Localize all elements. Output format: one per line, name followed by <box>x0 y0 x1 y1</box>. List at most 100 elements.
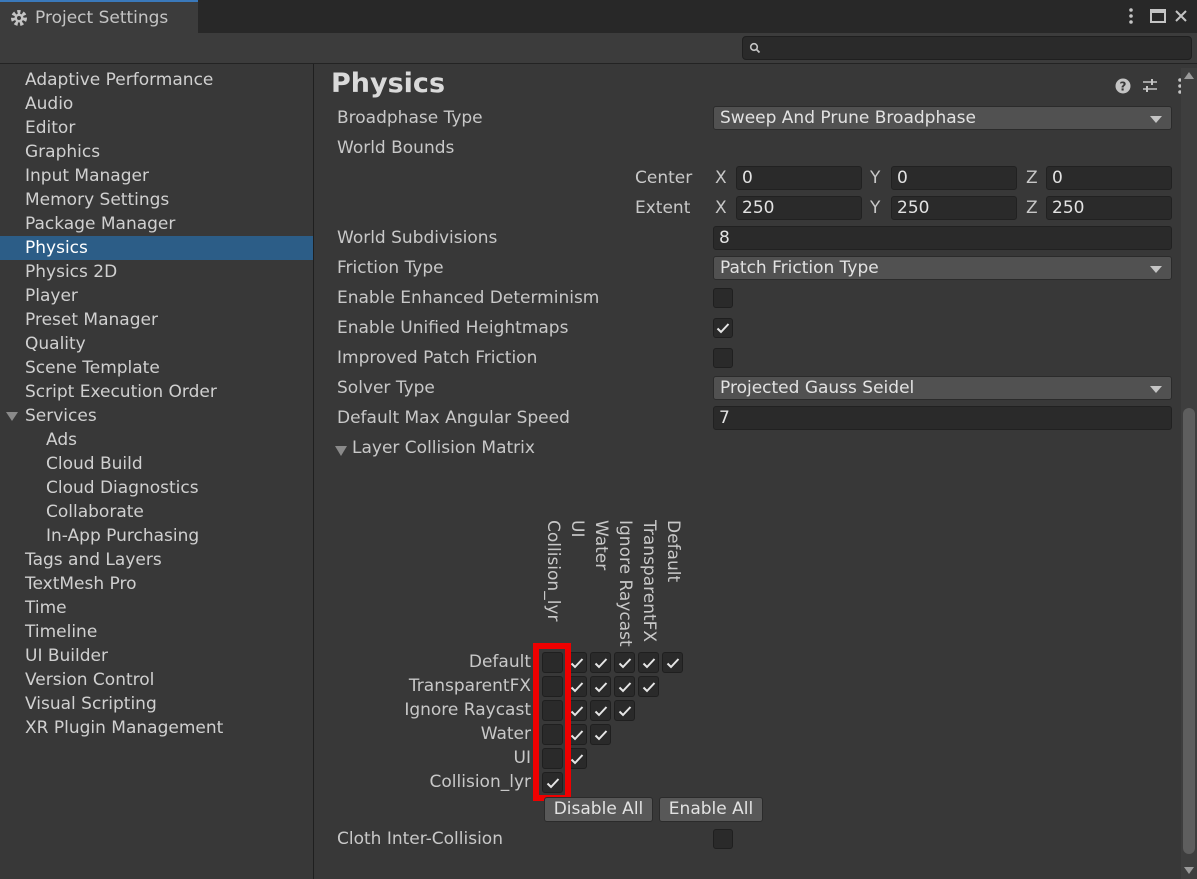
extent-y-label: Y <box>870 198 881 218</box>
sidebar-item-quality[interactable]: Quality <box>0 332 313 356</box>
disable-all-button[interactable]: Disable All <box>544 797 653 822</box>
matrix-row-label: TransparentFX <box>408 676 531 696</box>
project-settings-tab[interactable]: Project Settings <box>0 0 198 33</box>
broadphase-type-dropdown[interactable]: Sweep And Prune Broadphase <box>713 106 1172 130</box>
sidebar-item-textmesh-pro[interactable]: TextMesh Pro <box>0 572 313 596</box>
scroll-up-icon[interactable] <box>1184 72 1194 79</box>
scroll-down-icon[interactable] <box>1184 867 1194 874</box>
sidebar-item-tags-and-layers[interactable]: Tags and Layers <box>0 548 313 572</box>
cloth-inter-collision-checkbox[interactable] <box>713 829 733 849</box>
sidebar-item-scene-template[interactable]: Scene Template <box>0 356 313 380</box>
sidebar-item-label: Audio <box>25 94 74 114</box>
matrix-checkbox[interactable] <box>638 676 659 697</box>
sidebar-item-timeline[interactable]: Timeline <box>0 620 313 644</box>
sidebar-item-audio[interactable]: Audio <box>0 92 313 116</box>
sidebar-item-physics[interactable]: Physics <box>0 236 313 260</box>
sidebar-item-input-manager[interactable]: Input Manager <box>0 164 313 188</box>
sidebar-item-in-app-purchasing[interactable]: In-App Purchasing <box>0 524 313 548</box>
extent-y-field[interactable]: 250 <box>891 196 1017 220</box>
solver-type-value: Projected Gauss Seidel <box>720 378 915 398</box>
matrix-checkbox[interactable] <box>662 652 683 673</box>
scrollbar[interactable] <box>1181 68 1197 879</box>
matrix-checkbox[interactable] <box>590 700 611 721</box>
matrix-column-label: UI <box>567 520 587 538</box>
sidebar-item-version-control[interactable]: Version Control <box>0 668 313 692</box>
broadphase-type-label: Broadphase Type <box>337 108 483 128</box>
checkmark-icon <box>618 681 631 692</box>
matrix-checkbox[interactable] <box>614 652 635 673</box>
sidebar-item-script-execution-order[interactable]: Script Execution Order <box>0 380 313 404</box>
extent-x-field[interactable]: 250 <box>736 196 862 220</box>
solver-type-dropdown[interactable]: Projected Gauss Seidel <box>713 376 1172 400</box>
sidebar-item-xr-plugin-management[interactable]: XR Plugin Management <box>0 716 313 740</box>
sidebar-item-player[interactable]: Player <box>0 284 313 308</box>
sidebar-item-cloud-build[interactable]: Cloud Build <box>0 452 313 476</box>
max-angular-speed-field[interactable]: 7 <box>713 406 1172 430</box>
sidebar-item-preset-manager[interactable]: Preset Manager <box>0 308 313 332</box>
sidebar-item-visual-scripting[interactable]: Visual Scripting <box>0 692 313 716</box>
window-title-bar: Project Settings <box>0 0 1197 33</box>
matrix-row-label: Default <box>468 652 531 672</box>
sidebar-item-label: Collaborate <box>46 502 144 522</box>
world-subdivisions-field[interactable]: 8 <box>713 226 1172 250</box>
highlight-box <box>533 643 571 801</box>
sidebar-item-label: Physics <box>25 238 88 258</box>
checkmark-icon <box>618 657 631 668</box>
foldout-expanded-icon[interactable] <box>6 412 18 421</box>
maximize-icon[interactable] <box>1146 4 1170 28</box>
sidebar-item-label: Cloud Build <box>46 454 143 474</box>
enhanced-determinism-checkbox[interactable] <box>713 288 733 308</box>
sidebar-item-package-manager[interactable]: Package Manager <box>0 212 313 236</box>
page-title: Physics <box>331 68 446 99</box>
broadphase-type-value: Sweep And Prune Broadphase <box>720 108 976 128</box>
toolbar <box>0 33 1197 64</box>
center-y-field[interactable]: 0 <box>891 166 1017 190</box>
matrix-column-label: Ignore Raycast <box>615 520 635 647</box>
sidebar-item-graphics[interactable]: Graphics <box>0 140 313 164</box>
sidebar-item-services[interactable]: Services <box>0 404 313 428</box>
sidebar-item-label: Tags and Layers <box>25 550 162 570</box>
max-angular-speed-label: Default Max Angular Speed <box>337 408 570 428</box>
checkmark-icon <box>570 681 583 692</box>
sidebar-item-ads[interactable]: Ads <box>0 428 313 452</box>
enable-all-button[interactable]: Enable All <box>659 797 763 822</box>
sidebar-item-label: XR Plugin Management <box>25 718 224 738</box>
sidebar-item-collaborate[interactable]: Collaborate <box>0 500 313 524</box>
search-input[interactable] <box>742 36 1192 60</box>
sidebar-item-memory-settings[interactable]: Memory Settings <box>0 188 313 212</box>
sidebar-item-physics-2d[interactable]: Physics 2D <box>0 260 313 284</box>
matrix-column-label: Water <box>591 520 611 571</box>
sidebar-item-label: Script Execution Order <box>25 382 217 402</box>
scroll-thumb[interactable] <box>1183 408 1195 854</box>
sidebar-item-label: Physics 2D <box>25 262 118 282</box>
checkmark-icon <box>642 657 655 668</box>
sidebar-item-cloud-diagnostics[interactable]: Cloud Diagnostics <box>0 476 313 500</box>
improved-patch-friction-checkbox[interactable] <box>713 348 733 368</box>
matrix-checkbox[interactable] <box>614 700 635 721</box>
matrix-checkbox[interactable] <box>590 724 611 745</box>
matrix-row-label: UI <box>513 748 531 768</box>
sidebar-item-time[interactable]: Time <box>0 596 313 620</box>
layer-matrix-foldout-icon[interactable] <box>335 446 347 456</box>
matrix-checkbox[interactable] <box>614 676 635 697</box>
matrix-row-label: Ignore Raycast <box>404 700 531 720</box>
close-icon[interactable] <box>1169 4 1193 28</box>
matrix-checkbox[interactable] <box>638 652 659 673</box>
enhanced-determinism-label: Enable Enhanced Determinism <box>337 288 600 308</box>
center-x-label: X <box>715 168 727 188</box>
center-z-field[interactable]: 0 <box>1046 166 1172 190</box>
more-options-icon[interactable] <box>1119 4 1143 28</box>
sidebar-item-adaptive-performance[interactable]: Adaptive Performance <box>0 68 313 92</box>
matrix-checkbox[interactable] <box>590 676 611 697</box>
sidebar-item-ui-builder[interactable]: UI Builder <box>0 644 313 668</box>
sidebar-item-editor[interactable]: Editor <box>0 116 313 140</box>
unified-heightmaps-checkbox[interactable] <box>713 318 733 338</box>
help-icon[interactable]: ? <box>1113 76 1133 96</box>
preset-sliders-icon[interactable] <box>1140 76 1160 96</box>
improved-patch-friction-label: Improved Patch Friction <box>337 348 538 368</box>
friction-type-dropdown[interactable]: Patch Friction Type <box>713 256 1172 280</box>
matrix-checkbox[interactable] <box>590 652 611 673</box>
center-x-field[interactable]: 0 <box>736 166 862 190</box>
checkmark-icon <box>618 705 631 716</box>
extent-z-field[interactable]: 250 <box>1046 196 1172 220</box>
